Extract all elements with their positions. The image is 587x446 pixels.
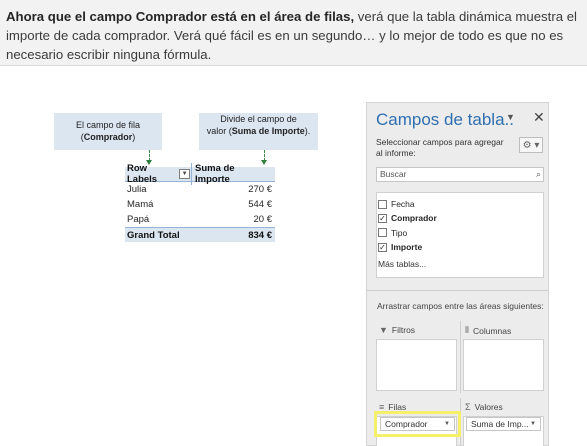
chevron-down-icon[interactable]: ▼ — [506, 112, 515, 122]
pivot-row: Mamá 544 € — [125, 197, 275, 212]
pivot-grand-total-row: Grand Total 834 € — [125, 227, 275, 242]
pivot-row-label: Julia — [127, 184, 147, 195]
gear-button[interactable]: ⚙ ▾ — [519, 137, 543, 153]
instruction-bold: Ahora que el campo Comprador está en el … — [6, 9, 355, 24]
field-list: Fecha ✓ Comprador Tipo ✓ Importe Más tab… — [376, 192, 544, 278]
filter-dropdown-icon[interactable]: ▼ — [179, 169, 190, 179]
pivot-field-list-pane: Campos de tabla.. ▼ ✕ Seleccionar campos… — [366, 102, 549, 446]
pivot-table: Row Labels ▼ Suma de Importe Julia 270 €… — [125, 163, 275, 242]
row-labels-header: Row Labels ▼ — [125, 163, 191, 185]
field-label: Tipo — [391, 227, 408, 238]
pivot-row: Papá 20 € — [125, 212, 275, 227]
callout-line: El campo de fila — [75, 120, 141, 130]
chip-label: Suma de Imp... — [471, 419, 529, 429]
filters-label: Filtros — [391, 325, 416, 335]
sigma-icon: Σ — [465, 402, 471, 412]
field-item-importe[interactable]: ✓ Importe — [377, 240, 543, 254]
checkbox-checked[interactable]: ✓ — [378, 213, 387, 223]
row-field-callout: El campo de fila (Comprador) — [54, 113, 162, 150]
gear-icon: ⚙ ▾ — [522, 139, 540, 151]
values-area-label: Σ Valores — [465, 402, 503, 412]
columns-label: Columnas — [472, 325, 512, 336]
pane-prompt: Seleccionar campos para agregar al infor… — [376, 137, 504, 158]
area-separator — [460, 321, 461, 393]
search-icon: ⌕ — [535, 169, 541, 179]
pivot-row-value: 544 € — [248, 199, 272, 210]
checkbox[interactable] — [378, 228, 387, 238]
field-item-tipo[interactable]: Tipo — [377, 226, 543, 240]
field-label: Importe — [391, 242, 423, 253]
more-tables-link[interactable]: Más tablas... — [378, 259, 426, 269]
callout-text: ) — [132, 132, 136, 142]
field-item-comprador[interactable]: ✓ Comprador — [377, 211, 543, 225]
callout-line: (Comprador) — [54, 131, 162, 143]
chevron-down-icon[interactable]: ▼ — [530, 421, 536, 427]
row-labels-text: Row Labels — [127, 163, 158, 185]
callout-bold: Suma de Importe — [231, 126, 305, 136]
grand-total-label: Grand Total — [127, 229, 180, 241]
callout-line: valor (Suma de Importe). — [199, 125, 318, 137]
instruction-banner: Ahora que el campo Comprador está en el … — [0, 0, 587, 66]
divider — [367, 290, 548, 291]
pivot-row: Julia 270 € — [125, 182, 275, 197]
pivot-header-row: Row Labels ▼ Suma de Importe — [125, 163, 275, 185]
columns-icon: ⦀ — [465, 325, 469, 335]
filters-drop-area[interactable] — [376, 339, 457, 391]
columns-area-label: ⦀ Columnas — [465, 325, 511, 336]
checkbox-checked[interactable]: ✓ — [378, 242, 387, 252]
drag-instructions: Arrastrar campos entre las áreas siguien… — [377, 301, 544, 311]
rows-highlight — [374, 411, 461, 437]
callout-text: valor ( — [206, 126, 232, 136]
field-label: Fecha — [391, 199, 415, 210]
callout-text: ). — [304, 126, 311, 136]
field-item-fecha[interactable]: Fecha — [377, 197, 543, 211]
pivot-row-label: Mamá — [127, 199, 154, 210]
checkbox[interactable] — [378, 199, 387, 209]
callout-line: Divide el campo de — [220, 114, 297, 124]
pivot-row-label: Papá — [127, 214, 150, 225]
pane-title: Campos de tabla.. — [376, 110, 514, 129]
value-header: Suma de Importe — [191, 163, 275, 185]
value-field-callout: Divide el campo de valor (Suma de Import… — [199, 113, 318, 150]
filters-area-label: ▼ Filtros — [379, 325, 415, 335]
pivot-row-value: 270 € — [248, 184, 272, 195]
pivot-row-value: 20 € — [253, 214, 273, 225]
instruction-text: Ahora que el campo Comprador está en el … — [6, 7, 581, 64]
values-label: Valores — [474, 402, 503, 412]
search-placeholder: Buscar — [380, 169, 407, 179]
filter-icon: ▼ — [379, 325, 388, 335]
field-label: Comprador — [391, 213, 437, 224]
search-input[interactable]: Buscar ⌕ — [376, 167, 544, 182]
callout-bold: Comprador — [83, 132, 133, 142]
grand-total-value: 834 € — [248, 229, 272, 241]
values-field-chip[interactable]: Suma de Imp... ▼ — [466, 417, 541, 431]
columns-drop-area[interactable] — [463, 339, 544, 391]
close-icon[interactable]: ✕ — [533, 109, 545, 126]
